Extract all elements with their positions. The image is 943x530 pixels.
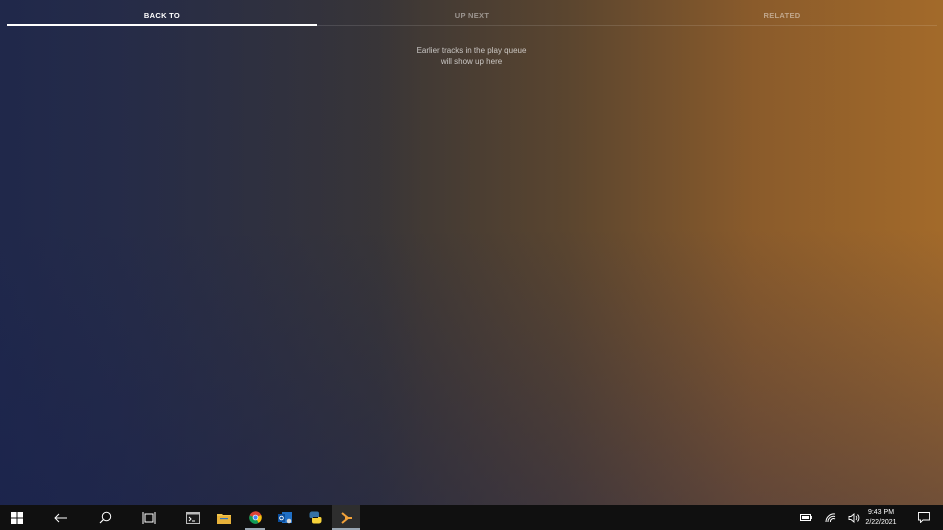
taskbar: 9:43 PM 2/22/2021 [0, 505, 943, 530]
back-arrow-icon[interactable] [48, 505, 74, 530]
task-view-icon[interactable] [136, 505, 162, 530]
outlook-icon[interactable] [272, 505, 298, 530]
chrome-icon[interactable] [242, 505, 268, 530]
clock-time: 9:43 PM [867, 509, 895, 516]
tab-back-to[interactable]: BACK TO [7, 8, 317, 26]
action-center-icon[interactable] [914, 505, 934, 530]
python-icon[interactable] [302, 505, 328, 530]
battery-icon[interactable] [797, 505, 815, 530]
background-gradient [0, 0, 943, 505]
music-app-icon[interactable] [332, 505, 360, 530]
clock-date: 2/22/2021 [865, 519, 897, 526]
wifi-icon[interactable] [821, 505, 839, 530]
empty-state-message: Earlier tracks in the play queue will sh… [0, 45, 943, 67]
tab-up-next[interactable]: UP NEXT [317, 8, 627, 25]
terminal-icon[interactable] [180, 505, 206, 530]
file-explorer-icon[interactable] [211, 505, 237, 530]
empty-state-line-1: Earlier tracks in the play queue [416, 46, 527, 55]
windows-start-icon[interactable] [4, 505, 30, 530]
clock[interactable]: 9:43 PM 2/22/2021 [856, 508, 906, 528]
music-app-window: BACK TO UP NEXT RELATED Earlier tracks i… [0, 0, 943, 530]
empty-state-line-2: will show up here [440, 57, 503, 66]
queue-tabs: BACK TO UP NEXT RELATED [7, 8, 937, 26]
search-icon[interactable] [92, 505, 118, 530]
tab-related[interactable]: RELATED [627, 8, 937, 25]
